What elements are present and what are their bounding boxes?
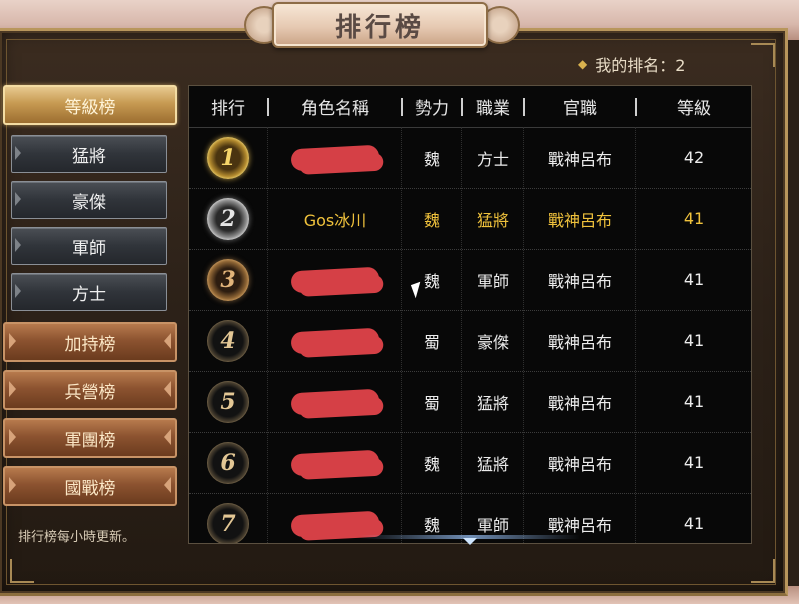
rank-cell: 1 [189,127,267,188]
header-faction: 勢力 [415,99,449,119]
menu-nation-war-rank-button[interactable]: 國戰榜 [3,466,177,506]
menu-label: 國戰榜 [64,478,116,499]
header-level: 等級 [677,99,711,119]
title-cell: 戰神呂布 [547,393,612,413]
sub-item-junshi[interactable]: 軍師 [11,227,167,265]
rank-cell: 7 [189,493,267,543]
rank-medal-icon: 6 [207,441,249,484]
level-cell: 41 [683,453,705,472]
level-cell: 41 [683,392,705,411]
table-row[interactable]: 1 魏 方士 戰神呂布 42 [189,127,751,189]
menu-barracks-rank-button[interactable]: 兵營榜 [3,370,177,410]
ranking-table[interactable]: 排行 角色名稱 勢力 職業 官職 等級 1 魏 方士 戰神呂布 42 2 Gos… [188,85,752,544]
table-row[interactable]: 2 Gos冰川 魏 猛將 戰神呂布 41 [189,188,751,250]
title-cell: 戰神呂布 [547,454,612,474]
level-cell: 41 [683,331,705,350]
class-cell: 豪傑 [476,332,509,352]
class-cell: 猛將 [476,454,509,474]
table-header: 排行 角色名稱 勢力 職業 官職 等級 [189,86,751,128]
class-cell: 猛將 [476,393,509,413]
header-rank: 排行 [211,99,245,119]
rank-medal-icon: 5 [207,380,249,423]
rank-cell: 6 [189,432,267,493]
my-rank-label: 我的排名：2 [595,56,686,75]
level-cell: 41 [683,270,705,289]
menu-buff-rank-button[interactable]: 加持榜 [3,322,177,362]
sub-item-label: 軍師 [72,238,106,259]
header-class: 職業 [476,99,510,119]
faction-cell: 蜀 [423,393,440,413]
sub-item-haojie[interactable]: 豪傑 [11,181,167,219]
level-cell: 41 [683,209,705,228]
faction-cell: 蜀 [423,332,440,352]
menu-level-rank-button[interactable]: 等級榜 [3,85,177,125]
menu-label: 兵營榜 [64,382,116,403]
name-cell [269,371,401,432]
table-row[interactable]: 5 蜀 猛將 戰神呂布 41 [189,371,751,433]
faction-cell: 魏 [423,454,440,474]
header-name: 角色名稱 [301,99,369,119]
name-cell [269,432,401,493]
sub-item-mengjiang[interactable]: 猛將 [11,135,167,173]
window-title: 排行榜 [334,12,425,43]
menu-label: 軍團榜 [64,430,116,451]
name-cell: Gos冰川 [303,210,367,230]
rank-cell: 3 [189,249,267,310]
title-cell: 戰神呂布 [547,149,612,169]
level-cell: 42 [683,148,705,167]
class-cell: 猛將 [476,210,509,230]
table-row[interactable]: 6 魏 猛將 戰神呂布 41 [189,432,751,494]
rank-medal-icon: 4 [207,319,249,362]
scroll-down-icon[interactable] [463,538,477,545]
rank-cell: 4 [189,310,267,371]
faction-cell: 魏 [423,149,440,169]
level-cell: 41 [683,514,705,533]
rank-medal-icon: 2 [207,197,249,240]
rank-cell: 5 [189,371,267,432]
redaction-scribble [290,510,380,537]
faction-cell: 魏 [423,271,440,291]
rank-cell: 2 [189,188,267,249]
title-cell: 戰神呂布 [547,210,612,230]
menu-label: 等級榜 [64,97,116,118]
menu-legion-rank-button[interactable]: 軍團榜 [3,418,177,458]
corner-ornament [751,43,775,67]
menu-label: 加持榜 [64,334,116,355]
rank-medal-icon: 3 [207,258,249,301]
redaction-scribble [290,449,380,476]
name-cell [269,127,401,188]
title-cell: 戰神呂布 [547,271,612,291]
faction-cell: 魏 [423,210,440,230]
redaction-scribble [290,327,380,354]
sub-item-fangshi[interactable]: 方士 [11,273,167,311]
diamond-icon: ◆ [578,57,588,71]
rank-medal-icon: 1 [207,136,249,179]
sub-item-label: 猛將 [72,146,106,167]
my-rank: ◆ 我的排名：2 [578,52,685,76]
header-title: 官職 [563,99,597,119]
title-cell: 戰神呂布 [547,332,612,352]
title-plaque: 排行榜 [272,2,488,48]
table-row[interactable]: 3 魏 軍師 戰神呂布 41 [189,249,751,311]
class-cell: 方士 [476,149,509,169]
corner-ornament [10,559,34,583]
update-note: 排行榜每小時更新。 [18,530,136,545]
class-cell: 軍師 [476,271,509,291]
redaction-scribble [290,266,380,293]
sub-item-label: 豪傑 [72,192,106,213]
rank-medal-icon: 7 [207,502,249,543]
corner-ornament [751,559,775,583]
table-row[interactable]: 4 蜀 豪傑 戰神呂布 41 [189,310,751,372]
redaction-scribble [290,388,380,415]
name-cell [269,310,401,371]
redaction-scribble [290,144,380,171]
name-cell [269,249,401,310]
sub-item-label: 方士 [72,284,106,305]
